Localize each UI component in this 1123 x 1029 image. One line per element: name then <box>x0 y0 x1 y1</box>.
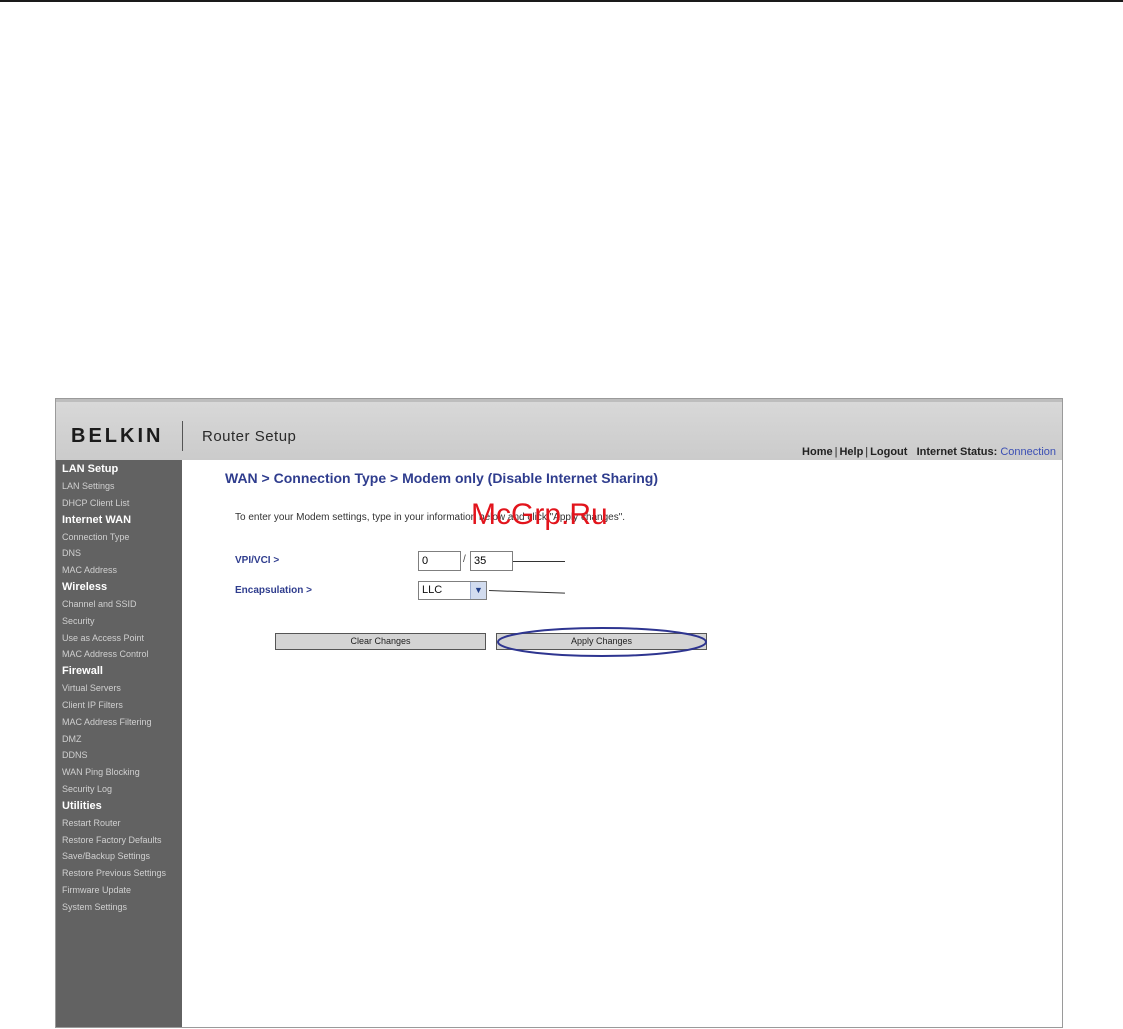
sidebar-item-wireless-security[interactable]: Security <box>56 613 182 630</box>
sidebar-item-mac-address-filtering[interactable]: MAC Address Filtering <box>56 714 182 731</box>
app-title: Router Setup <box>202 428 297 445</box>
vci-callout-line <box>513 561 565 562</box>
clear-changes-button[interactable]: Clear Changes <box>275 633 486 650</box>
link-separator: | <box>834 446 838 458</box>
sidebar-item-ddns[interactable]: DDNS <box>56 747 182 764</box>
link-separator: | <box>865 446 869 458</box>
sidebar-item-system-settings[interactable]: System Settings <box>56 899 182 916</box>
sidebar-section-lan-setup[interactable]: LAN Setup <box>56 461 182 478</box>
sidebar-item-restore-factory-defaults[interactable]: Restore Factory Defaults <box>56 832 182 849</box>
encapsulation-label: Encapsulation > <box>235 585 312 596</box>
main-content: WAN > Connection Type > Modem only (Disa… <box>182 460 1062 1027</box>
home-link[interactable]: Home <box>802 446 833 458</box>
sidebar-item-use-as-access-point[interactable]: Use as Access Point <box>56 630 182 647</box>
sidebar-section-utilities[interactable]: Utilities <box>56 798 182 815</box>
vci-input[interactable] <box>470 551 513 571</box>
internet-status-label: Internet Status: <box>916 446 998 458</box>
encapsulation-selected-value: LLC <box>422 584 443 596</box>
sidebar-item-restore-previous-settings[interactable]: Restore Previous Settings <box>56 865 182 882</box>
sidebar-nav: LAN Setup LAN Settings DHCP Client List … <box>56 460 182 1027</box>
sidebar-section-firewall[interactable]: Firewall <box>56 663 182 680</box>
highlight-oval <box>497 627 707 657</box>
sidebar-item-channel-and-ssid[interactable]: Channel and SSID <box>56 596 182 613</box>
sidebar-item-restart-router[interactable]: Restart Router <box>56 815 182 832</box>
internet-status-value[interactable]: Connection <box>1000 446 1056 458</box>
sidebar-item-dns[interactable]: DNS <box>56 545 182 562</box>
encapsulation-select[interactable]: LLC ▼ <box>418 581 487 600</box>
vpi-input[interactable] <box>418 551 461 571</box>
chevron-down-icon[interactable]: ▼ <box>470 582 486 599</box>
sidebar-item-save-backup-settings[interactable]: Save/Backup Settings <box>56 848 182 865</box>
logout-link[interactable]: Logout <box>870 446 907 458</box>
encapsulation-callout-line <box>488 590 565 594</box>
sidebar-item-security-log[interactable]: Security Log <box>56 781 182 798</box>
sidebar-item-client-ip-filters[interactable]: Client IP Filters <box>56 697 182 714</box>
top-rule <box>0 0 1123 2</box>
router-setup-window: BELKIN Router Setup Home | Help | Logout Int… <box>55 398 1063 1028</box>
sidebar-item-connection-type[interactable]: Connection Type <box>56 529 182 546</box>
header-divider <box>182 421 183 451</box>
header-bar: BELKIN Router Setup Home | Help | Logout Int… <box>56 399 1062 460</box>
sidebar-item-virtual-servers[interactable]: Virtual Servers <box>56 680 182 697</box>
sidebar-item-lan-settings[interactable]: LAN Settings <box>56 478 182 495</box>
sidebar-section-internet-wan[interactable]: Internet WAN <box>56 512 182 529</box>
watermark-text: McGrp.Ru <box>471 498 608 531</box>
header-links: Home | Help | Logout Internet Status: Connec… <box>802 446 1056 458</box>
help-link[interactable]: Help <box>839 446 863 458</box>
sidebar-item-mac-address[interactable]: MAC Address <box>56 562 182 579</box>
sidebar-section-wireless[interactable]: Wireless <box>56 579 182 596</box>
sidebar-item-dmz[interactable]: DMZ <box>56 731 182 748</box>
belkin-logo: BELKIN <box>71 425 164 447</box>
page-title: WAN > Connection Type > Modem only (Disa… <box>225 470 659 486</box>
vpi-vci-label: VPI/VCI > <box>235 555 280 566</box>
sidebar-item-firmware-update[interactable]: Firmware Update <box>56 882 182 899</box>
sidebar-item-wan-ping-blocking[interactable]: WAN Ping Blocking <box>56 764 182 781</box>
sidebar-item-dhcp-client-list[interactable]: DHCP Client List <box>56 495 182 512</box>
sidebar-item-mac-address-control[interactable]: MAC Address Control <box>56 646 182 663</box>
vpi-vci-separator: / <box>463 554 466 565</box>
